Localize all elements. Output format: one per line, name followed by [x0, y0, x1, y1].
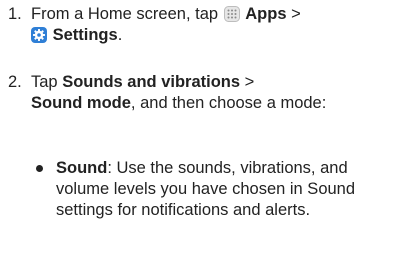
step-text: Tap Sounds and vibrations > Sound mode, … [31, 73, 327, 112]
apps-label: Apps [245, 5, 287, 23]
bullet-text: Sound: Use the sounds, vibrations, and v… [56, 158, 396, 221]
menu-sounds-and-vibrations: Sounds and vibrations [62, 73, 241, 91]
step-number: 1. [8, 5, 22, 23]
step-text: From a Home screen, tap Apps > Settings. [31, 5, 301, 44]
menu-sound-mode: Sound mode [31, 94, 131, 112]
step-number: 2. [8, 73, 22, 91]
bullet-term: Sound [56, 159, 108, 177]
bullet-dot-icon [36, 165, 43, 172]
settings-label: Settings [52, 26, 118, 44]
apps-grid-icon [223, 6, 240, 22]
settings-gear-icon [31, 27, 47, 43]
